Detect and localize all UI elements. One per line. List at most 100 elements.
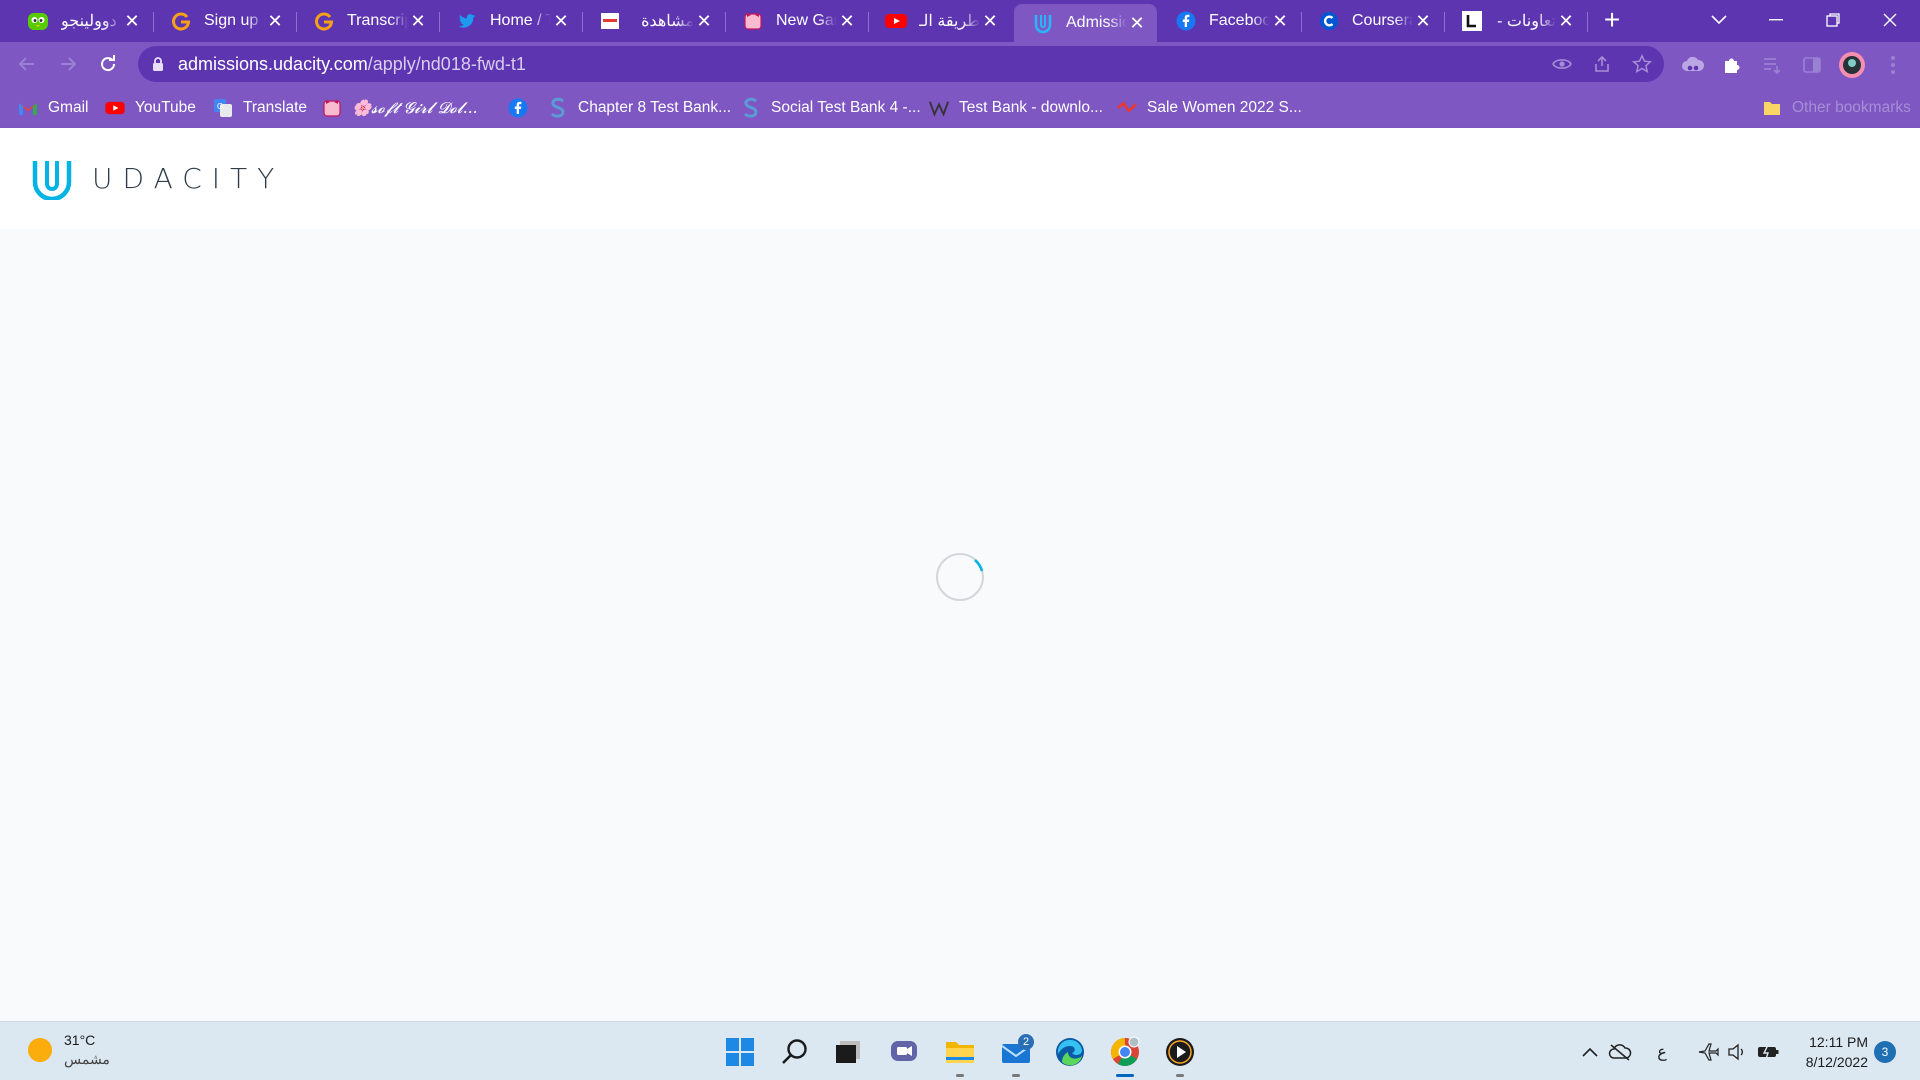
extension-cloud-icon[interactable] [1680,52,1706,78]
airplane-mode-icon[interactable] [1696,1040,1720,1064]
profile-avatar[interactable] [1839,52,1865,78]
kitty-icon [742,10,764,32]
coursera-icon [1318,10,1340,32]
close-window-button[interactable] [1862,0,1918,40]
s-icon [548,97,568,118]
reload-button[interactable] [92,48,124,80]
tab-twitter[interactable]: Home / T ✕ [438,4,581,38]
teams-chat-button[interactable] [884,1032,924,1072]
close-icon[interactable]: ✕ [1556,11,1576,31]
bookmark-social-test-bank[interactable]: Social Test Bank 4 -... [741,96,921,120]
back-button[interactable] [11,48,43,80]
chrome-button[interactable] [1105,1032,1145,1077]
close-icon[interactable]: ✕ [1270,11,1290,31]
system-clock[interactable]: 12:11 PM 8/12/2022 [1780,1032,1868,1072]
notification-badge[interactable]: 3 [1874,1041,1896,1063]
close-icon[interactable]: ✕ [837,11,857,31]
running-indicator [956,1074,964,1077]
forward-button[interactable] [52,48,84,80]
close-icon[interactable]: ✕ [551,11,571,31]
kitty-icon [322,98,342,118]
chrome-menu-icon[interactable] [1880,52,1906,78]
windows-taskbar: 31°C مشمس 2 ع 12:11 PM 8/12/2022 3 [0,1021,1920,1080]
input-language[interactable]: ع [1650,1040,1674,1064]
volume-icon[interactable] [1726,1040,1750,1064]
weather-widget[interactable]: 31°C مشمس [26,1032,110,1068]
close-icon[interactable]: ✕ [408,11,428,31]
bookmark-youtube[interactable]: YouTube [105,96,196,120]
google-g-icon [313,10,335,32]
bookmark-test-bank-download[interactable]: Test Bank - downlo... [929,96,1103,120]
close-icon[interactable]: ✕ [265,11,285,31]
search-button[interactable] [775,1032,815,1072]
google-g-icon [170,10,192,32]
weather-temp: 31°C [64,1032,96,1048]
close-icon[interactable]: ✕ [694,11,714,31]
side-panel-icon[interactable] [1799,52,1825,78]
close-icon[interactable]: ✕ [122,11,142,31]
show-hidden-icons[interactable] [1578,1040,1602,1064]
tab-duolingo[interactable]: دوولينجو ✕ [9,4,152,38]
udacity-logo[interactable]: UDACITY [30,156,284,200]
close-icon[interactable]: ✕ [1127,13,1147,33]
udacity-icon [1032,12,1054,34]
tab-admissions[interactable]: Admissio ✕ [1014,4,1157,42]
close-icon[interactable]: ✕ [980,11,1000,31]
facebook-icon [508,98,528,118]
bookmark-label: Other bookmarks [1792,99,1911,116]
close-icon[interactable]: ✕ [1413,11,1433,31]
clock-date: 8/12/2022 [1805,1054,1868,1070]
tab-title: دوولينجو [61,13,117,30]
tab-coursera[interactable]: Coursera ✕ [1300,4,1443,38]
restore-button[interactable] [1805,0,1861,40]
translate-icon: G [213,98,233,118]
tab-search-button[interactable] [1691,0,1747,40]
folder-icon [1762,98,1782,118]
tab-youtube-video[interactable]: طريقة الـ ✕ [867,4,1010,38]
share-icon[interactable] [1592,54,1612,74]
other-bookmarks[interactable]: Other bookmarks [1762,96,1911,120]
tab-title: Admissio [1066,14,1127,31]
new-tab-button[interactable]: + [1597,6,1627,36]
edge-button[interactable] [1050,1032,1090,1072]
bookmark-facebook[interactable] [508,96,538,120]
tab-title: تعاونات - [1497,13,1556,30]
reading-list-icon[interactable] [1759,52,1785,78]
minimize-button[interactable] [1748,0,1804,40]
duolingo-icon [27,10,49,32]
url-text[interactable]: admissions.udacity.com/apply/nd018-fwd-t… [178,54,526,75]
s-icon [741,97,761,118]
eye-icon[interactable] [1552,54,1572,74]
clock-time: 12:11 PM [1809,1034,1868,1050]
tab-watch[interactable]: مشاهدة ✕ [581,4,724,38]
mail-button[interactable]: 2 [996,1032,1036,1077]
tab-title: Sign up | [204,12,265,29]
chevron-up-icon [1582,1047,1598,1057]
onedrive-icon[interactable] [1608,1040,1632,1064]
bookmark-sale-women[interactable]: Sale Women 2022 S... [1117,96,1302,120]
lock-icon[interactable] [152,56,164,77]
tab-signup[interactable]: Sign up | ✕ [152,4,295,38]
bookmark-soft-girl[interactable]: 🌸𝓼𝓸𝓯𝓽 𝓖𝓲𝓻𝓵 𝓓𝓸𝓵... [322,96,478,120]
start-button[interactable] [720,1032,760,1072]
tab-title: New Gam [776,12,837,29]
address-bar[interactable]: admissions.udacity.com/apply/nd018-fwd-t… [138,46,1664,82]
tab-collaborations[interactable]: تعاونات - ✕ [1443,4,1586,38]
task-view-button[interactable] [828,1032,868,1072]
back-arrow-icon [18,57,34,71]
bookmark-star-icon[interactable] [1632,54,1652,74]
tab-new-game[interactable]: New Gam ✕ [724,4,867,38]
file-explorer-button[interactable] [940,1032,980,1077]
battery-icon[interactable] [1756,1040,1780,1064]
bookmark-chapter-8[interactable]: Chapter 8 Test Bank... [548,96,731,120]
page-content [0,229,1920,1021]
media-player-button[interactable] [1160,1032,1200,1077]
weather-desc: مشمس [64,1051,110,1067]
tab-transcript[interactable]: Transcript ✕ [295,4,438,38]
bookmark-gmail[interactable]: Gmail [18,96,88,120]
tab-facebook[interactable]: Facebook ✕ [1157,4,1300,38]
bookmark-label: Translate [243,99,308,116]
bookmark-translate[interactable]: G Translate [213,96,307,120]
site-header: UDACITY [0,128,1920,229]
extensions-puzzle-icon[interactable] [1719,52,1745,78]
